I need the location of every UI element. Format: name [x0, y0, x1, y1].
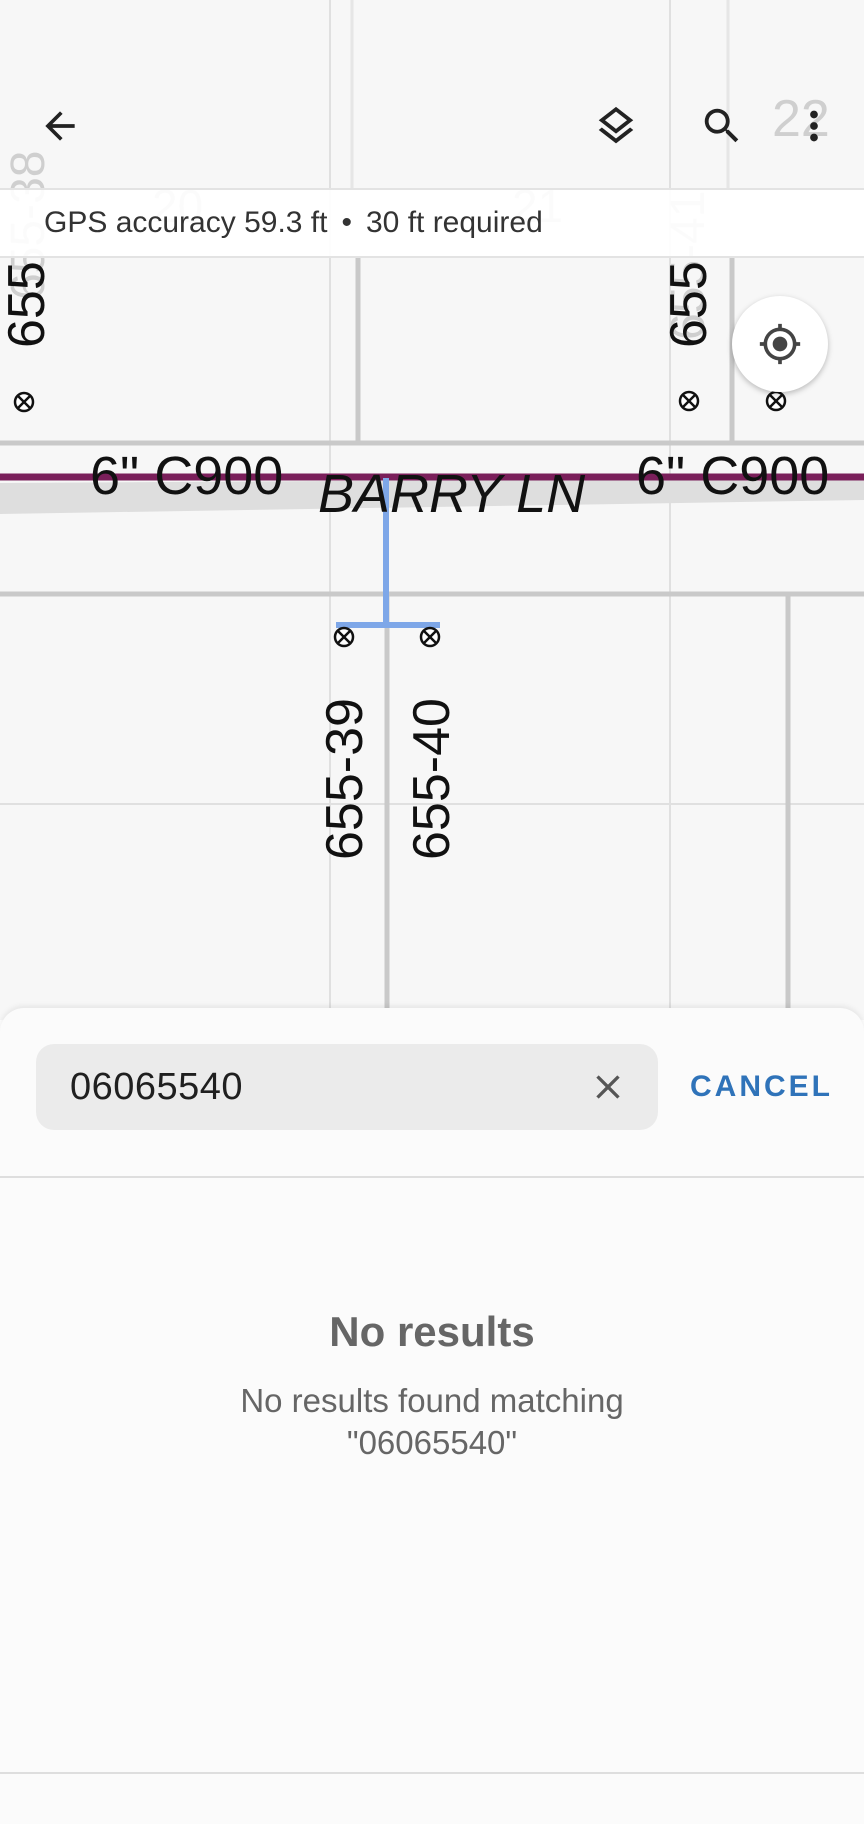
close-icon[interactable]: [578, 1057, 638, 1117]
cancel-button[interactable]: CANCEL: [690, 1044, 833, 1130]
meter-marker: [13, 391, 35, 413]
layers-icon[interactable]: [580, 90, 652, 162]
divider: [0, 1176, 864, 1178]
meter-marker: [765, 390, 787, 412]
parcel-label: 655: [660, 261, 718, 348]
crosshair-icon: [759, 323, 801, 365]
more-vertical-icon[interactable]: [778, 90, 850, 162]
search-input[interactable]: 06065540: [36, 1044, 658, 1130]
parcel-label: 655-39: [316, 698, 374, 860]
meter-marker: [419, 626, 441, 648]
street-label: BARRY LN: [318, 464, 586, 524]
parcel-label: 655: [0, 261, 56, 348]
gps-accuracy-text: GPS accuracy 59.3 ft: [44, 206, 328, 239]
pipe-label: 6" C900: [90, 446, 283, 506]
gps-separator: •: [341, 206, 352, 239]
meter-marker: [678, 390, 700, 412]
search-icon[interactable]: [686, 90, 758, 162]
parcel-label: 655-40: [403, 698, 461, 860]
search-query[interactable]: 06065540: [70, 1066, 243, 1109]
top-app-bar: [0, 0, 864, 188]
meter-marker: [333, 626, 355, 648]
search-sheet: 06065540 CANCEL No results No results fo…: [0, 1008, 864, 1824]
locate-me-button[interactable]: [732, 296, 828, 392]
arrow-left-icon[interactable]: [24, 90, 96, 162]
pipe-label: 6" C900: [636, 446, 829, 506]
gps-required-text: 30 ft required: [365, 206, 543, 239]
no-results-message: No results found matching "06065540": [240, 1382, 624, 1461]
gps-accuracy-bar: GPS accuracy 59.3 ft • 30 ft required: [0, 188, 864, 258]
divider: [0, 1772, 864, 1774]
no-results-title: No results: [329, 1308, 535, 1355]
